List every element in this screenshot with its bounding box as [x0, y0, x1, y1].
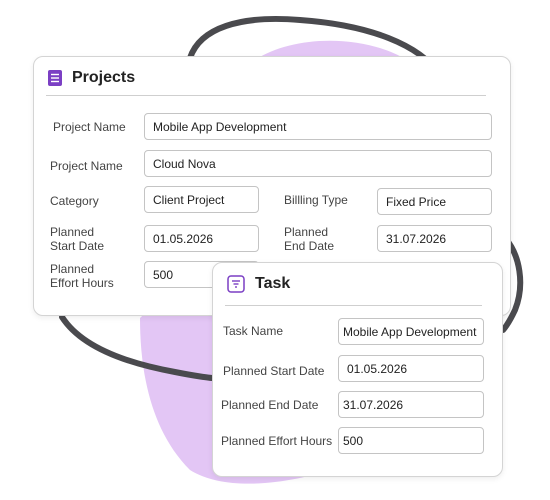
planned-start-field[interactable]: 01.05.2026	[144, 225, 259, 252]
list-icon	[48, 70, 62, 86]
category-label: Category	[50, 194, 99, 208]
task-name-label: Task Name	[223, 324, 284, 338]
task-divider	[225, 305, 482, 306]
planned-effort-label-line2: Effort Hours	[50, 276, 114, 290]
project-name-label-1: Project Name	[53, 120, 126, 134]
category-field[interactable]: Client Project	[144, 186, 259, 213]
task-name-field[interactable]: Mobile App Development	[338, 318, 484, 345]
planned-end-label-line2: End Date	[284, 239, 335, 253]
planned-end-field[interactable]: 31.07.2026	[377, 225, 492, 252]
planned-start-label-line2: Start Date	[50, 239, 105, 253]
billing-type-label: Billling Type	[284, 193, 348, 207]
task-planned-effort-label: Planned Effort Hours	[221, 434, 333, 448]
task-planned-end-field[interactable]: 31.07.2026	[338, 391, 484, 418]
planned-effort-label: Planned Effort Hours	[50, 262, 114, 290]
planned-end-label-line1: Planned	[284, 225, 329, 239]
task-planned-start-label: Planned Start Date	[223, 364, 325, 378]
filter-icon	[227, 275, 245, 293]
task-planned-effort-field[interactable]: 500	[338, 427, 484, 454]
projects-header: Projects	[48, 69, 135, 87]
projects-title: Projects	[72, 69, 136, 86]
project-name-label-2: Project Name	[50, 159, 123, 173]
task-card: Task Task Name Mobile App Development Pl…	[212, 262, 503, 477]
task-header: Task	[227, 275, 290, 293]
planned-start-label-line1: Planned	[50, 225, 95, 239]
planned-start-label: Planned Start Date	[50, 225, 104, 253]
billing-type-field[interactable]: Fixed Price	[377, 188, 492, 215]
task-planned-start-field[interactable]: 01.05.2026	[338, 355, 484, 382]
task-title: Task	[255, 275, 291, 292]
projects-divider	[46, 95, 486, 96]
planned-end-label: Planned End Date	[284, 225, 334, 253]
project-name-field-1[interactable]: Mobile App Development	[144, 113, 492, 140]
planned-effort-label-line1: Planned	[50, 262, 95, 276]
project-name-field-2[interactable]: Cloud Nova	[144, 150, 492, 177]
task-planned-end-label: Planned End Date	[221, 398, 319, 412]
